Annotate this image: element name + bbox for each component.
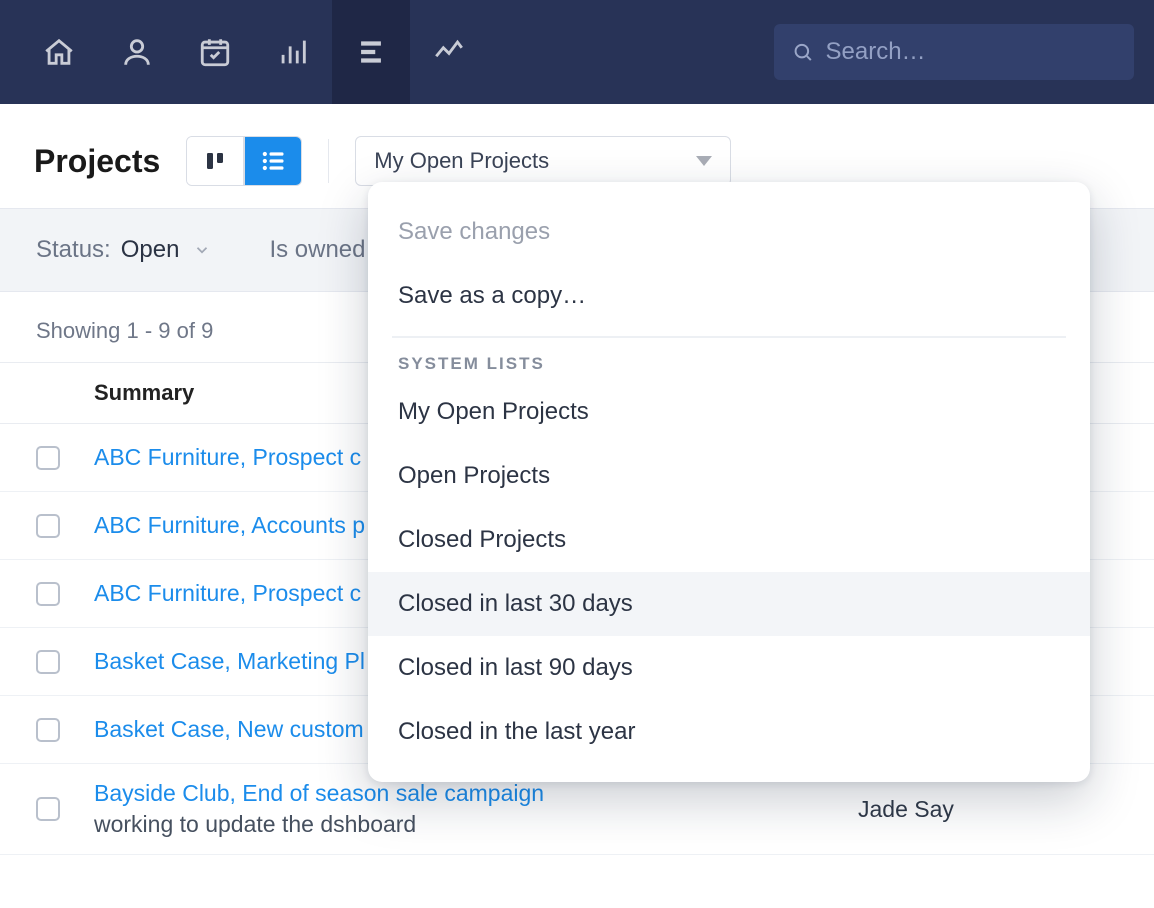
- row-checkbox[interactable]: [36, 718, 60, 742]
- calendar-icon: [198, 35, 232, 69]
- dropdown-list-item[interactable]: Closed in last 90 days: [368, 636, 1090, 700]
- chevron-down-icon: [193, 241, 211, 259]
- list-filter-dropdown: Save changes Save as a copy… SYSTEM LIST…: [368, 182, 1090, 782]
- dropdown-list-item[interactable]: Closed in last 30 days: [368, 572, 1090, 636]
- nav-reports[interactable]: [254, 0, 332, 104]
- search-input[interactable]: [826, 38, 1116, 66]
- search-icon: [792, 40, 814, 64]
- owner-filter[interactable]: Is owned: [269, 236, 365, 264]
- list-view-icon: [259, 147, 287, 175]
- status-label: Status:: [36, 236, 111, 264]
- dropdown-save-changes: Save changes: [368, 200, 1090, 264]
- global-search[interactable]: [774, 24, 1134, 80]
- chevron-down-icon: [696, 156, 712, 166]
- bar-chart-icon: [276, 35, 310, 69]
- dropdown-list-item[interactable]: Closed Projects: [368, 508, 1090, 572]
- row-checkbox[interactable]: [36, 797, 60, 821]
- divider: [328, 139, 330, 183]
- status-value: Open: [121, 236, 180, 264]
- row-checkbox[interactable]: [36, 446, 60, 470]
- dropdown-list-item[interactable]: Closed in the last year: [368, 700, 1090, 764]
- board-view-button[interactable]: [187, 137, 243, 185]
- row-checkbox[interactable]: [36, 650, 60, 674]
- project-subtext: working to update the dshboard: [94, 811, 838, 838]
- nav-contacts[interactable]: [98, 0, 176, 104]
- divider: [392, 336, 1066, 338]
- top-nav: [0, 0, 1154, 104]
- page-title: Projects: [34, 143, 160, 180]
- status-filter[interactable]: Status: Open: [36, 236, 211, 264]
- dropdown-list-item[interactable]: My Open Projects: [368, 380, 1090, 444]
- dropdown-list-item[interactable]: Open Projects: [368, 444, 1090, 508]
- list-view-button[interactable]: [245, 137, 301, 185]
- dropdown-save-as-copy[interactable]: Save as a copy…: [368, 264, 1090, 328]
- owner-filter-label: Is owned: [269, 236, 365, 264]
- trend-icon: [432, 35, 466, 69]
- home-icon: [42, 35, 76, 69]
- row-checkbox[interactable]: [36, 582, 60, 606]
- nav-activity[interactable]: [410, 0, 488, 104]
- list-icon: [354, 35, 388, 69]
- project-link[interactable]: Bayside Club, End of season sale campaig…: [94, 780, 838, 807]
- person-icon: [120, 35, 154, 69]
- list-filter-select[interactable]: My Open Projects: [355, 136, 731, 186]
- view-toggle: [186, 136, 302, 186]
- nav-projects[interactable]: [332, 0, 410, 104]
- dropdown-heading: SYSTEM LISTS: [368, 354, 1090, 380]
- project-owner: Jade Say: [858, 796, 1118, 823]
- board-icon: [203, 149, 227, 173]
- nav-home[interactable]: [20, 0, 98, 104]
- row-checkbox[interactable]: [36, 514, 60, 538]
- filter-select-label: My Open Projects: [374, 148, 549, 174]
- nav-calendar[interactable]: [176, 0, 254, 104]
